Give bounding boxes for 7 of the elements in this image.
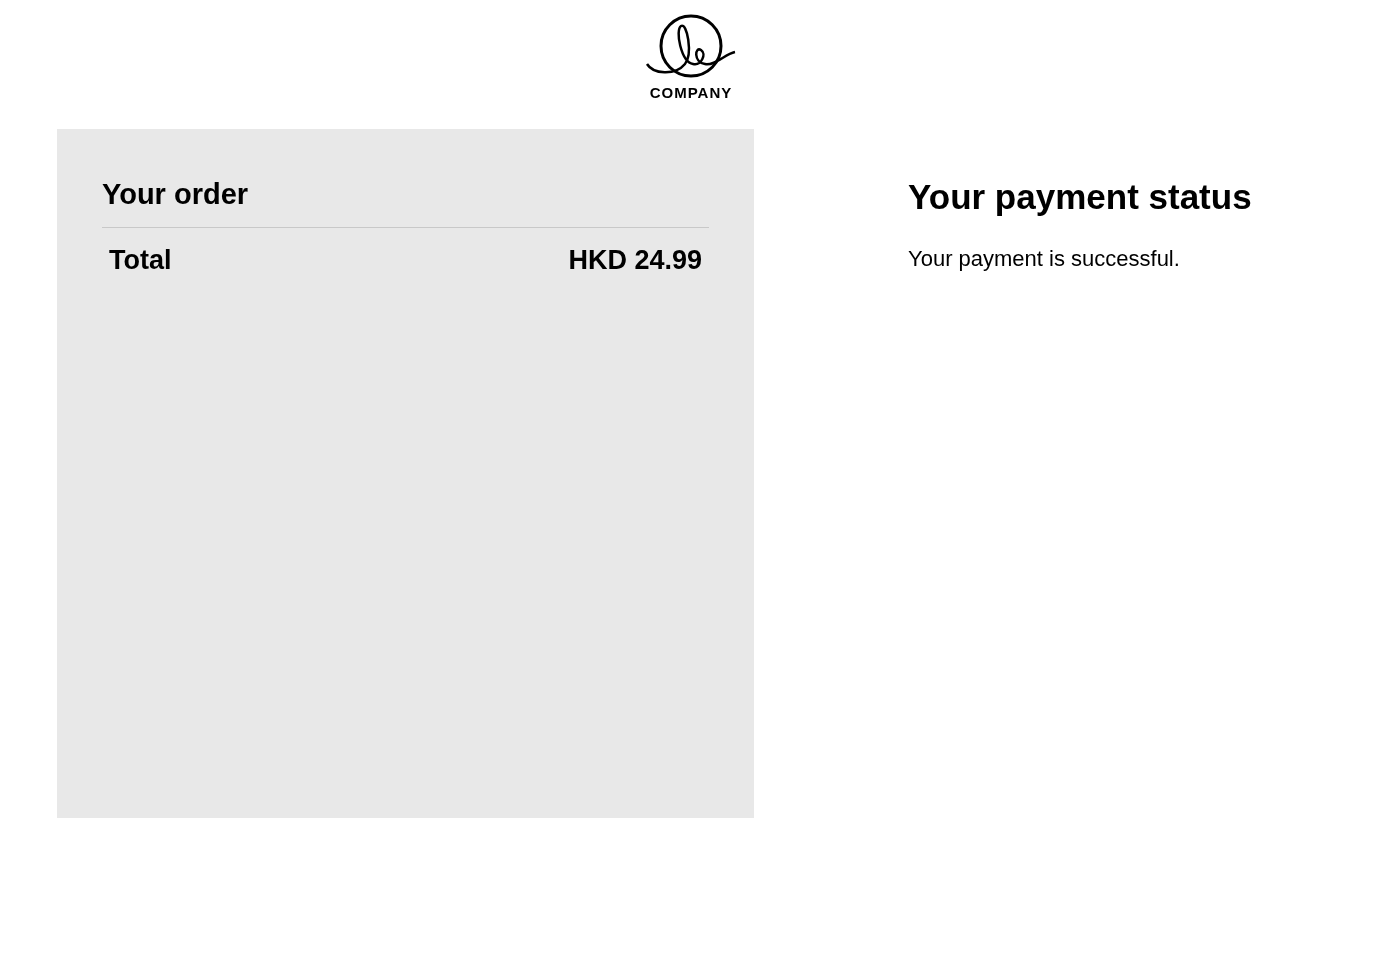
status-message: Your payment is successful. bbox=[908, 246, 1181, 272]
order-title: Your order bbox=[102, 177, 250, 212]
total-value: HKD 24.99 bbox=[568, 244, 702, 276]
logo-text: COMPANY bbox=[649, 84, 733, 101]
logo-icon bbox=[645, 14, 737, 80]
status-title: Your payment status bbox=[908, 176, 1252, 218]
total-label: Total bbox=[109, 244, 172, 276]
